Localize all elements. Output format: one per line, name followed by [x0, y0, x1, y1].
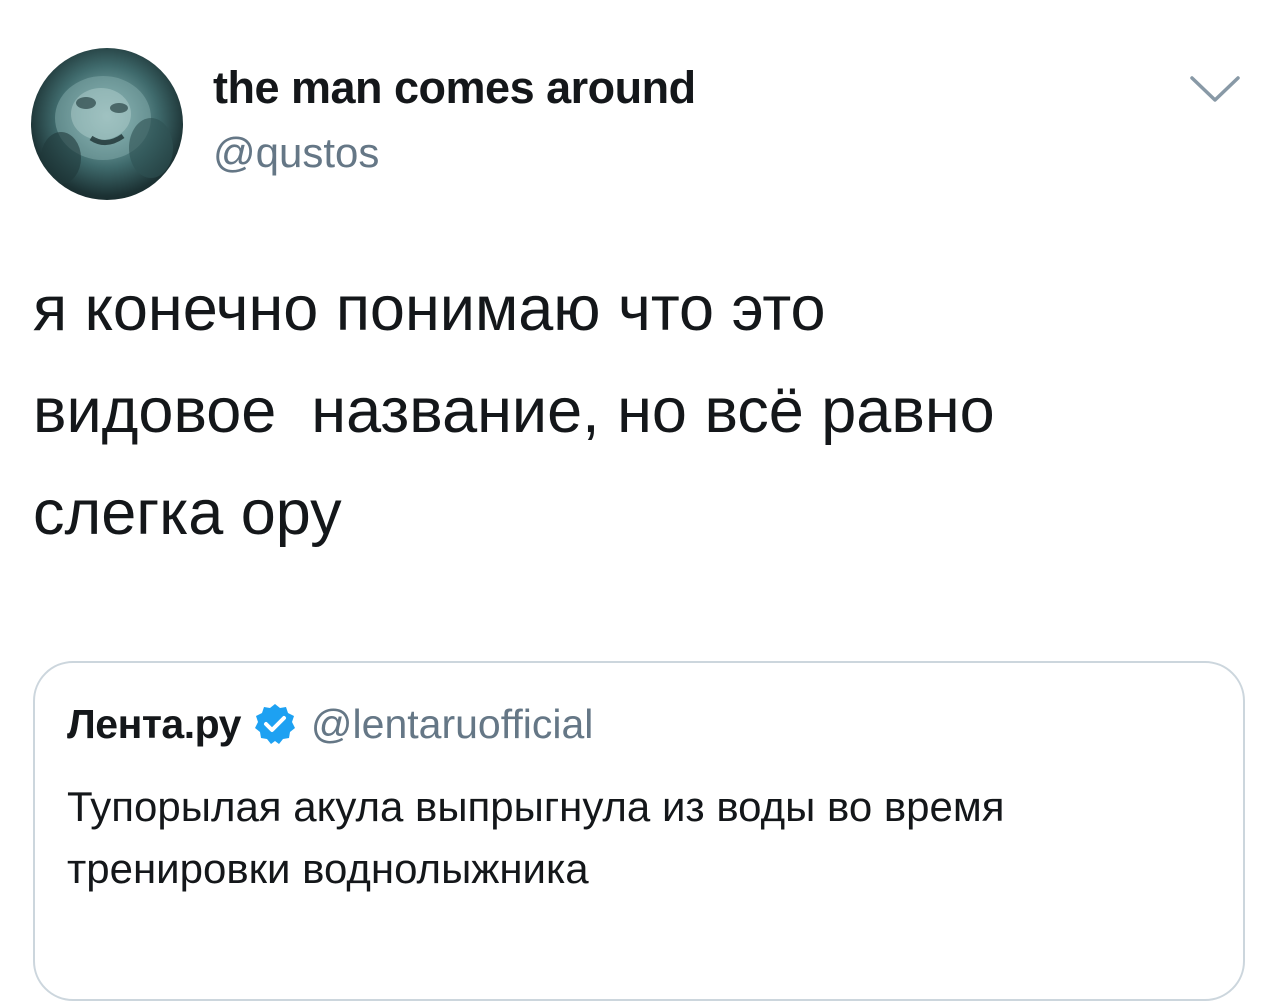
quoted-tweet-header: Лента.ру @lentaruofficial — [67, 694, 593, 754]
avatar-photo — [41, 76, 173, 184]
verified-badge-icon — [253, 702, 297, 746]
quoted-author-handle[interactable]: @lentaruofficial — [311, 701, 593, 748]
quoted-author-name[interactable]: Лента.ру — [67, 701, 241, 748]
author-handle[interactable]: @qustos — [213, 129, 379, 177]
quoted-tweet-text: Тупорылая акула выпрыгнула из воды во вр… — [67, 783, 1005, 892]
tweet-menu-button[interactable] — [1188, 72, 1242, 106]
chevron-down-icon — [1190, 76, 1240, 102]
tweet: the man comes around @qustos я конечно п… — [0, 0, 1280, 1001]
author-display-name[interactable]: the man comes around — [213, 62, 696, 114]
avatar[interactable] — [31, 48, 183, 200]
tweet-text: я конечно понимаю что это видовое назван… — [33, 274, 995, 548]
